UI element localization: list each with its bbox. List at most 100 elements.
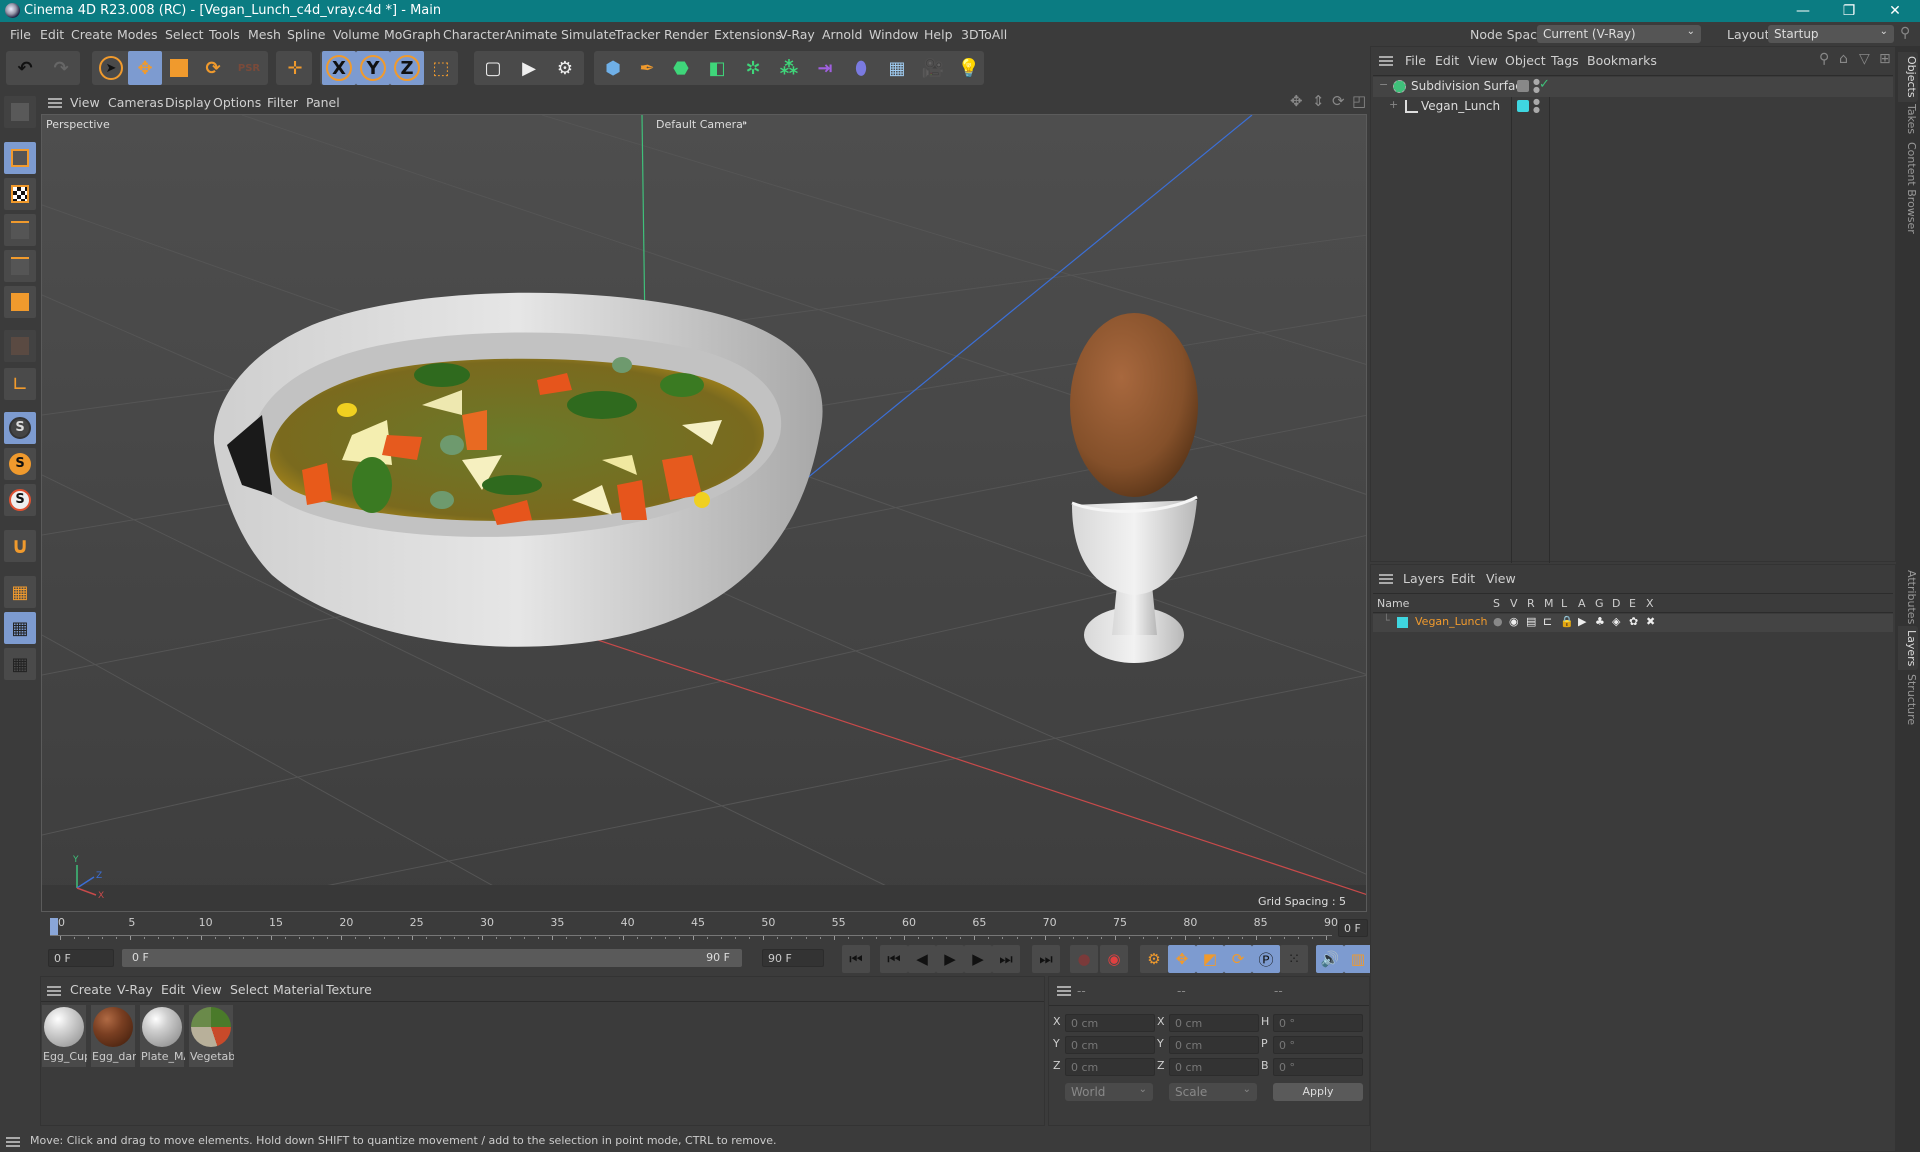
objects-menu-icon[interactable] — [1379, 55, 1393, 69]
pos-x-field[interactable]: 0 cm — [1065, 1014, 1155, 1032]
viewport-menu-options[interactable]: Options — [213, 95, 261, 110]
light-icon[interactable]: 💡 — [952, 51, 986, 85]
size-x-field[interactable]: 0 cm — [1169, 1014, 1259, 1032]
axis-mode-icon[interactable]: ∟ — [4, 368, 36, 400]
checkmark-icon[interactable]: ✓ — [1539, 77, 1550, 92]
points-mode-icon[interactable] — [4, 214, 36, 246]
editor-visibility-icon[interactable] — [1517, 80, 1529, 92]
floor-icon[interactable]: ▦ — [880, 51, 914, 85]
apply-button[interactable]: Apply — [1273, 1083, 1363, 1101]
layer-color-swatch[interactable] — [1517, 100, 1529, 112]
menu-tracker[interactable]: Tracker — [615, 27, 660, 42]
menu-spline[interactable]: Spline — [287, 27, 325, 42]
deformers-toggle-icon[interactable]: ◈ — [1612, 615, 1620, 628]
menu-simulate[interactable]: Simulate — [561, 27, 616, 42]
status-menu-icon[interactable] — [6, 1136, 20, 1150]
menu-tools[interactable]: Tools — [209, 27, 240, 42]
go-to-end-icon[interactable]: ⏭ — [1032, 945, 1060, 973]
viewport-menu-icon[interactable] — [48, 97, 62, 111]
tab-takes[interactable]: Takes — [1898, 100, 1918, 138]
end-frame-field[interactable]: 90 F — [762, 949, 824, 967]
lock-toggle-icon[interactable]: 🔒 — [1560, 615, 1574, 628]
camera-icon[interactable]: 🎥 — [916, 51, 950, 85]
material-vegetables[interactable]: Vegetab — [189, 1005, 234, 1067]
snap-settings-icon[interactable]: S — [4, 448, 36, 480]
tab-attributes[interactable]: Attributes — [1898, 566, 1918, 628]
viewport-menu-view[interactable]: View — [70, 95, 100, 110]
material-menu-select[interactable]: Select — [230, 982, 269, 997]
material-egg-cup[interactable]: Egg_Cup — [42, 1005, 87, 1067]
workplane-icon[interactable]: ▦ — [4, 576, 36, 608]
xref-toggle-icon[interactable]: ✖ — [1646, 615, 1655, 628]
menu-3dtoall[interactable]: 3DToAll — [961, 27, 1007, 42]
record-keys-icon[interactable]: ● — [1070, 945, 1098, 973]
viewport-rotate-icon[interactable]: ⟳ — [1332, 92, 1345, 110]
material-plate[interactable]: Plate_MA — [140, 1005, 185, 1067]
locked-workplane-icon[interactable]: ▦ — [4, 612, 36, 644]
key-scale-icon[interactable]: ◩ — [1196, 945, 1224, 973]
layers-menu-view[interactable]: View — [1486, 571, 1516, 586]
layer-color-swatch[interactable] — [1397, 617, 1408, 628]
viewport-pan-icon[interactable]: ✥ — [1290, 92, 1303, 110]
size-z-field[interactable]: 0 cm — [1169, 1058, 1259, 1076]
rot-p-field[interactable]: 0 ° — [1273, 1036, 1363, 1054]
viewport-camera[interactable]: Default Camera — [656, 118, 743, 131]
visible-toggle-icon[interactable]: ◉ — [1509, 615, 1519, 628]
model-mode-icon[interactable] — [4, 142, 36, 174]
node-space-dropdown[interactable]: Current (V-Ray) ⌄ — [1537, 25, 1701, 43]
redo-icon[interactable]: ↷ — [44, 51, 78, 85]
size-y-field[interactable]: 0 cm — [1169, 1036, 1259, 1054]
menu-create[interactable]: Create — [71, 27, 113, 42]
magnet-icon[interactable]: ∪ — [4, 530, 36, 562]
viewport-zoom-icon[interactable]: ⇕ — [1312, 92, 1325, 110]
key-parameter-icon[interactable]: Ⓟ — [1252, 945, 1280, 973]
menu-mograph[interactable]: MoGraph — [384, 27, 441, 42]
current-frame-right-field[interactable]: 0 F — [1338, 919, 1368, 937]
pen-icon[interactable]: ✒ — [630, 51, 664, 85]
pos-y-field[interactable]: 0 cm — [1065, 1036, 1155, 1054]
menu-window[interactable]: Window — [869, 27, 918, 42]
render-settings-icon[interactable]: ⚙ — [548, 51, 582, 85]
viewport-menu-filter[interactable]: Filter — [267, 95, 298, 110]
material-menu-vray[interactable]: V-Ray — [117, 982, 153, 997]
current-frame-field[interactable]: 0 F — [48, 949, 114, 967]
next-frame-icon[interactable]: ▶ — [964, 945, 992, 973]
material-egg-dark[interactable]: Egg_darl — [91, 1005, 136, 1067]
live-select-icon[interactable]: ✛ — [278, 51, 312, 85]
make-editable-icon[interactable] — [4, 96, 36, 128]
y-axis-button[interactable]: Y — [356, 51, 390, 85]
texture-mode-icon[interactable] — [4, 178, 36, 210]
layers-menu-edit[interactable]: Edit — [1451, 571, 1475, 586]
menu-edit[interactable]: Edit — [40, 27, 64, 42]
scale-tool-icon[interactable] — [162, 51, 196, 85]
maximize-button[interactable]: ❐ — [1826, 0, 1872, 22]
menu-render[interactable]: Render — [664, 27, 709, 42]
menu-character[interactable]: Character — [443, 27, 505, 42]
timeline-playhead[interactable] — [50, 918, 58, 936]
menu-vray[interactable]: V-Ray — [779, 27, 815, 42]
material-menu-texture[interactable]: Texture — [326, 982, 372, 997]
menu-arnold[interactable]: Arnold — [822, 27, 862, 42]
object-row-subdivision-surface[interactable]: − Subdivision Surface ● ● ✓ — [1373, 77, 1893, 97]
material-menu-icon[interactable] — [47, 985, 61, 999]
uv-mode-icon[interactable] — [4, 330, 36, 362]
new-window-icon[interactable]: ⊞ — [1879, 51, 1891, 67]
rotate-tool-icon[interactable]: ⟳ — [196, 51, 230, 85]
material-menu-edit[interactable]: Edit — [161, 982, 185, 997]
menu-animate[interactable]: Animate — [505, 27, 557, 42]
menu-mesh[interactable]: Mesh — [248, 27, 281, 42]
search-icon[interactable]: ⚲ — [1900, 25, 1910, 41]
tab-content-browser[interactable]: Content Browser — [1898, 138, 1918, 238]
viewport-layout-icon[interactable]: ◰ — [1352, 92, 1366, 110]
material-menu-create[interactable]: Create — [70, 982, 112, 997]
psr-icon[interactable]: PSR — [232, 51, 266, 85]
deformer-icon[interactable]: ⇥ — [808, 51, 842, 85]
x-axis-button[interactable]: X — [322, 51, 356, 85]
filter-icon[interactable]: ▽ — [1859, 51, 1870, 67]
rot-b-field[interactable]: 0 ° — [1273, 1058, 1363, 1076]
film-icon[interactable]: ▥ — [1344, 945, 1372, 973]
key-position-icon[interactable]: ✥ — [1168, 945, 1196, 973]
manager-toggle-icon[interactable]: ⊏ — [1543, 615, 1552, 628]
menu-volume[interactable]: Volume — [333, 27, 380, 42]
previous-key-icon[interactable]: ⏮ — [880, 945, 908, 973]
